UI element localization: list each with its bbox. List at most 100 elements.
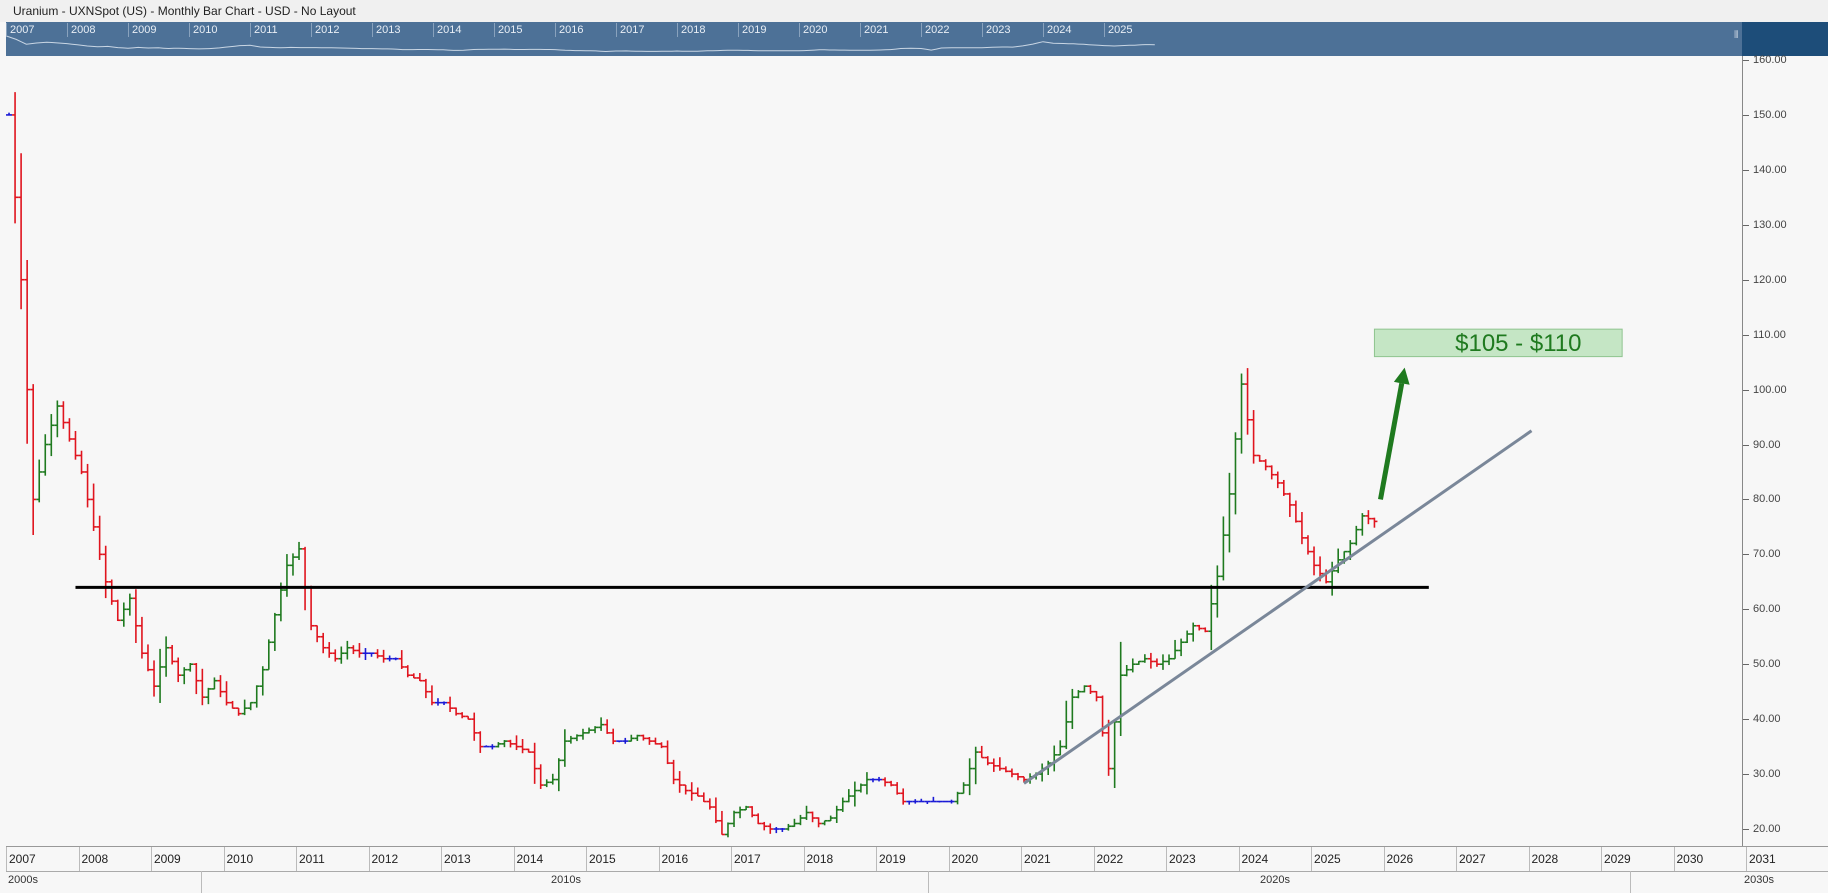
price-bar (199, 669, 205, 705)
price-bar (949, 800, 955, 804)
price-bar (217, 675, 223, 697)
price-bar (1335, 549, 1341, 574)
price-bar (447, 697, 453, 712)
year-separator (1021, 847, 1022, 871)
price-bar (628, 735, 634, 742)
price-bar (731, 811, 737, 827)
year-tick-label: 2024 (1242, 852, 1269, 871)
navigator-year-label: 2016 (555, 23, 583, 37)
price-bar (1208, 585, 1214, 650)
price-bar (652, 738, 658, 745)
navigator-year-label: 2014 (433, 23, 461, 37)
price-bar (501, 740, 507, 747)
price-bar (30, 384, 36, 535)
year-separator (804, 847, 805, 871)
navigator-scroll-handle[interactable] (1742, 22, 1828, 56)
year-tick-label: 2012 (372, 852, 399, 871)
price-bar (804, 806, 810, 820)
price-bar (1094, 691, 1100, 701)
navigator-year-label: 2008 (67, 23, 95, 37)
year-tick-label: 2028 (1532, 852, 1559, 871)
year-separator (1746, 847, 1747, 871)
year-separator (441, 847, 442, 871)
price-bar (320, 633, 326, 653)
price-bar (677, 771, 683, 793)
price-bar (314, 625, 320, 642)
price-tick-label: 120.00 (1743, 274, 1828, 286)
year-tick-label: 2017 (734, 852, 761, 871)
price-bar (507, 740, 513, 748)
price-bar (1063, 701, 1069, 749)
price-bar (640, 735, 646, 741)
price-bar (737, 807, 743, 819)
price-bar (514, 735, 520, 750)
price-bar (864, 772, 870, 794)
price-bar (187, 663, 193, 672)
price-tick-label: 40.00 (1743, 713, 1828, 725)
price-bar (598, 717, 604, 731)
price-bar (1214, 565, 1220, 617)
price-bar (423, 679, 429, 698)
decade-label: 2020s (1260, 874, 1290, 886)
chart-plot-area[interactable]: $105 - $110 (6, 56, 1742, 846)
year-separator (1674, 847, 1675, 871)
price-tick-label: 160.00 (1743, 54, 1828, 66)
year-tick-label: 2008 (82, 852, 109, 871)
price-bar (399, 650, 405, 669)
time-navigator[interactable]: ⦀ 20072008200920102011201220132014201520… (6, 22, 1742, 56)
year-tick-label: 2010 (227, 852, 254, 871)
price-bar (816, 817, 822, 827)
price-bar (1075, 690, 1081, 698)
year-separator (586, 847, 587, 871)
year-separator (949, 847, 950, 871)
price-bar (284, 554, 290, 597)
price-tick-label: 140.00 (1743, 164, 1828, 176)
price-bar (1154, 658, 1160, 666)
navigator-year-label: 2010 (189, 23, 217, 37)
price-bar (441, 701, 447, 705)
price-bar (127, 594, 133, 616)
price-bar (338, 647, 344, 664)
price-bar (894, 782, 900, 795)
price-bar (562, 729, 568, 767)
target-range-label: $105 - $110 (1455, 330, 1581, 357)
price-bar (495, 742, 501, 747)
year-tick-label: 2026 (1387, 852, 1414, 871)
price-bar (133, 589, 139, 643)
navigator-year-label: 2019 (738, 23, 766, 37)
year-tick-label: 2031 (1749, 852, 1776, 871)
price-bar (1371, 518, 1377, 528)
price-bar (797, 815, 803, 825)
time-axis[interactable]: 2007200820092010201120122013201420152016… (6, 846, 1828, 893)
price-bar (85, 464, 91, 507)
window-title-bar: Uranium - UXNSpot (US) - Monthly Bar Cha… (0, 0, 1828, 22)
price-tick-label: 90.00 (1743, 439, 1828, 451)
year-tick-label: 2022 (1097, 852, 1124, 871)
price-bar (689, 782, 695, 800)
price-bar (54, 400, 60, 437)
navigator-year-label: 2025 (1104, 23, 1132, 37)
price-bar (72, 431, 78, 460)
price-bar (356, 643, 362, 658)
price-bar (616, 741, 622, 742)
price-bar (779, 828, 785, 832)
price-bar (332, 649, 338, 661)
price-bar (393, 658, 399, 661)
price-bar (1305, 535, 1311, 554)
year-separator (1529, 847, 1530, 871)
price-bar (985, 756, 991, 765)
price-bar (302, 547, 308, 610)
price-bar (1124, 665, 1130, 676)
price-bar (411, 673, 417, 678)
price-bar (109, 580, 115, 605)
price-bar (1359, 513, 1365, 536)
price-bar (961, 782, 967, 793)
year-separator (1166, 847, 1167, 871)
year-separator (731, 847, 732, 871)
year-tick-label: 2016 (662, 852, 689, 871)
price-bar (1257, 455, 1263, 462)
decade-label: 2030s (1744, 874, 1774, 886)
year-separator (1601, 847, 1602, 871)
grip-lines-icon[interactable]: ⦀ (1734, 30, 1738, 41)
price-bar (1118, 642, 1124, 736)
